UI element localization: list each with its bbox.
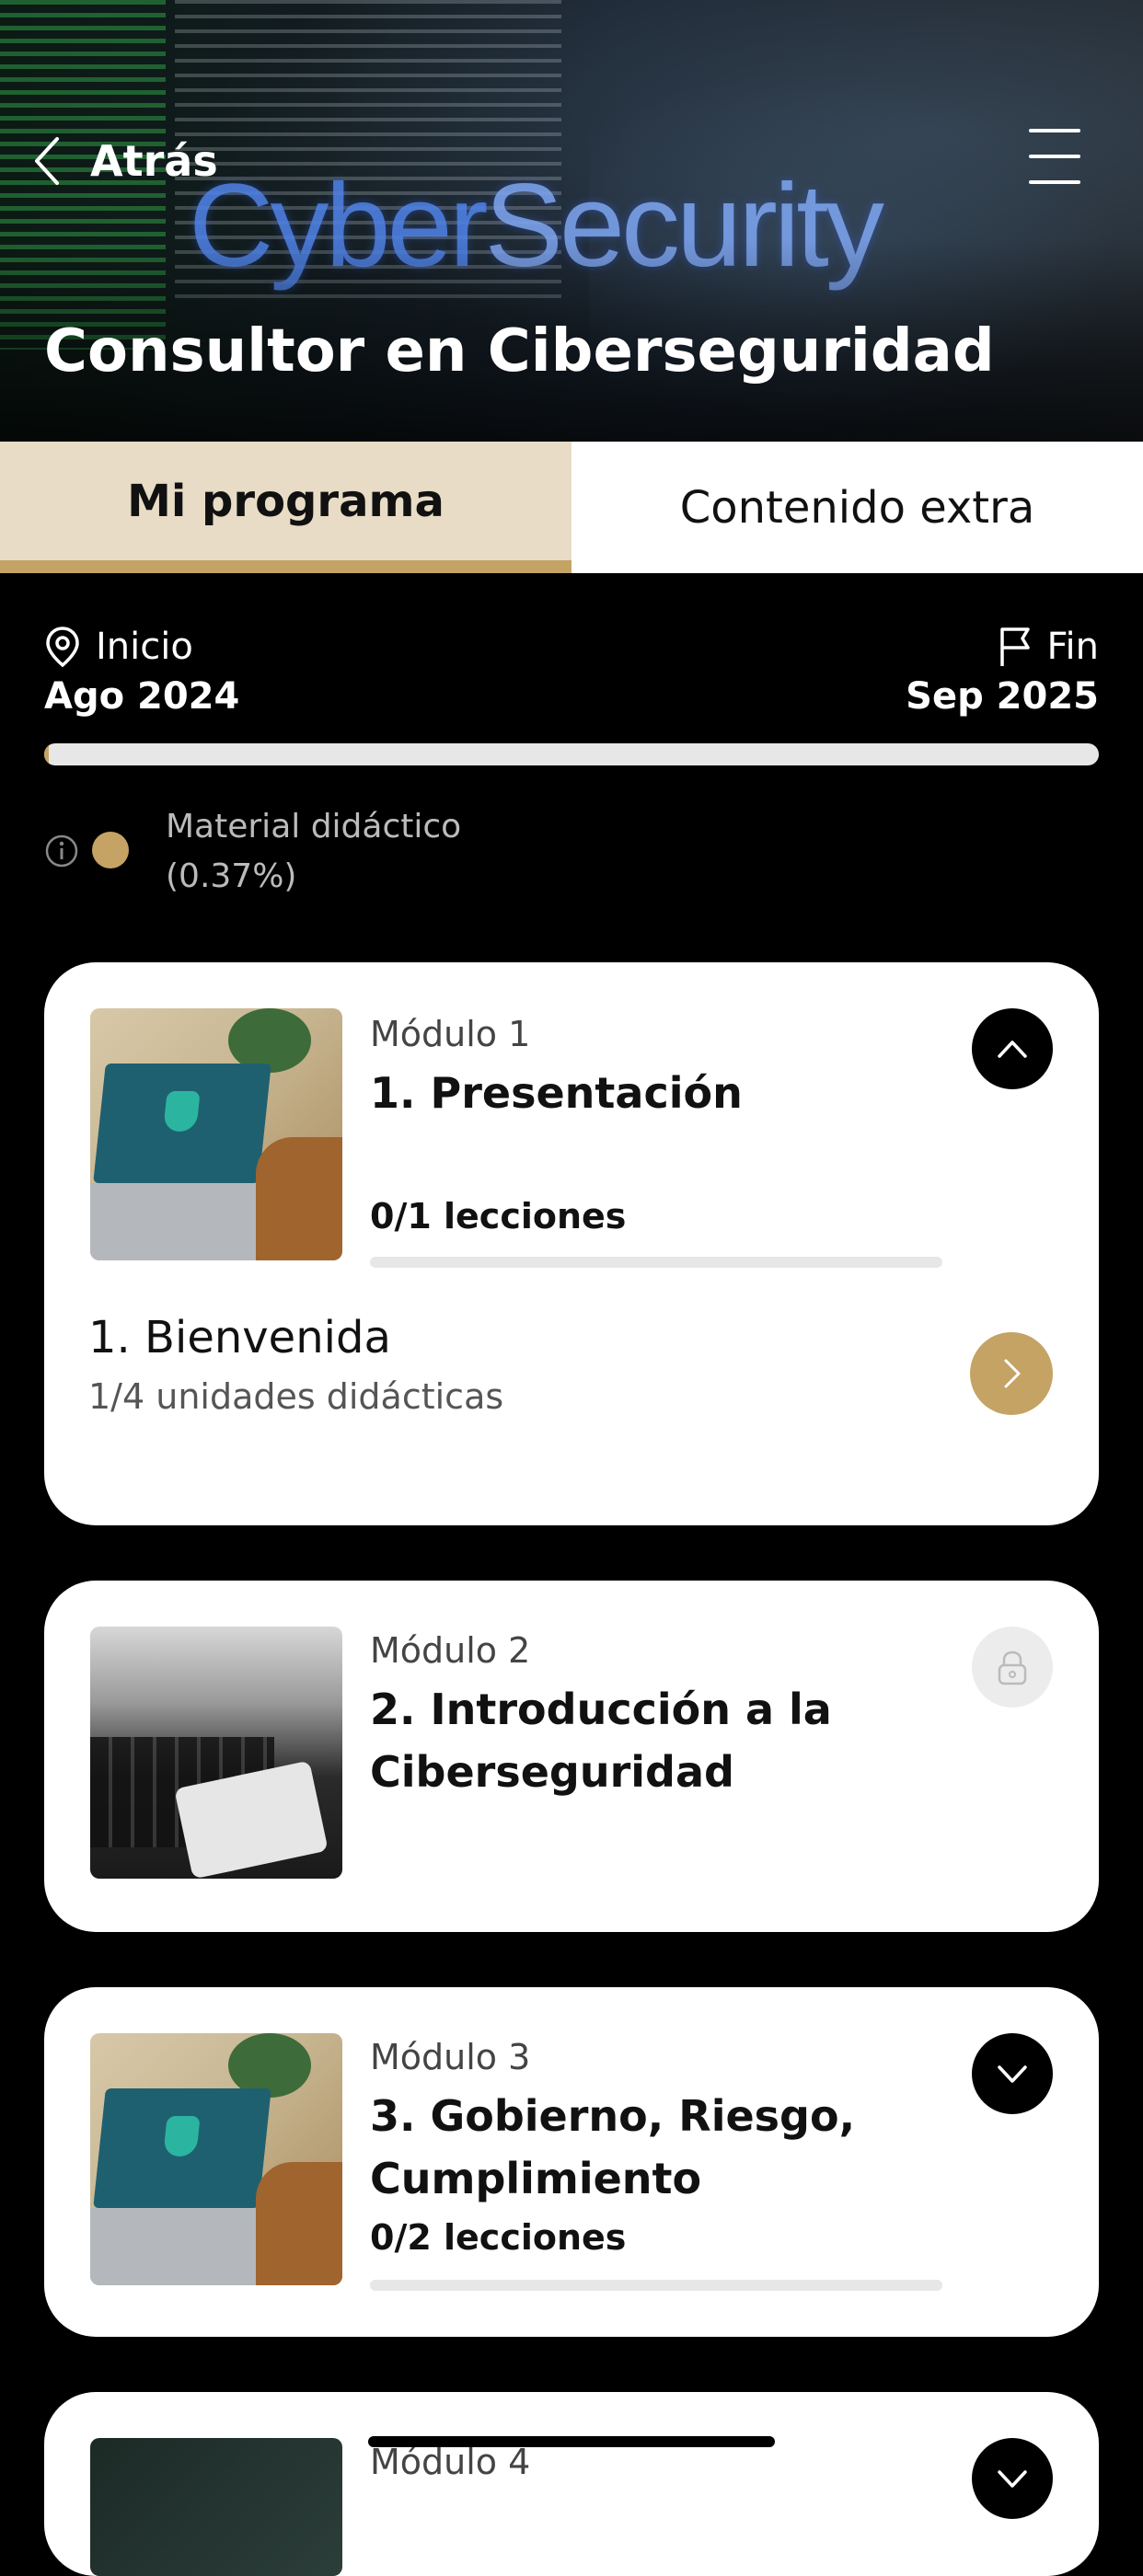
module-label: Módulo 2 bbox=[370, 1630, 531, 1671]
lock-icon bbox=[998, 1650, 1027, 1685]
menu-button[interactable] bbox=[1029, 129, 1080, 184]
end-label: Fin bbox=[1046, 626, 1099, 668]
info-icon[interactable] bbox=[44, 834, 79, 868]
end-date-value: Sep 2025 bbox=[906, 675, 1099, 718]
module-card-2[interactable]: Módulo 2 2. Introducción a la Cibersegur… bbox=[44, 1581, 1099, 1932]
module-card-3[interactable]: Módulo 3 3. Gobierno, Riesgo, Cumplimien… bbox=[44, 1987, 1099, 2337]
unit-title[interactable]: 1. Bienvenida bbox=[88, 1312, 391, 1363]
location-pin-icon bbox=[46, 627, 79, 668]
module-card-4[interactable]: Módulo 4 bbox=[44, 2392, 1099, 2576]
start-label: Inicio bbox=[96, 626, 193, 668]
page-title: Consultor en Ciberseguridad bbox=[44, 317, 995, 385]
material-value: (0.37%) bbox=[166, 857, 297, 895]
module-label: Módulo 1 bbox=[370, 1014, 531, 1054]
unit-subtitle: 1/4 unidades didácticas bbox=[88, 1376, 504, 1417]
start-date-value: Ago 2024 bbox=[44, 675, 240, 718]
expand-module-button[interactable] bbox=[972, 2438, 1053, 2519]
module-progress-bar bbox=[370, 2280, 942, 2291]
material-legend: Material didáctico (0.37%) bbox=[44, 802, 461, 902]
module-4-thumbnail bbox=[90, 2438, 342, 2576]
hero-banner: CyberSecurity Atrás Consultor en Ciberse… bbox=[0, 0, 1143, 442]
open-unit-button[interactable] bbox=[970, 1332, 1053, 1415]
tab-bar: Mi programa Contenido extra bbox=[0, 442, 1143, 573]
module-card-1[interactable]: Módulo 1 1. Presentación 0/1 lecciones 1… bbox=[44, 962, 1099, 1525]
back-label: Atrás bbox=[90, 136, 218, 186]
module-progress-bar bbox=[370, 1257, 942, 1268]
module-2-thumbnail bbox=[90, 1627, 342, 1879]
chevron-right-icon bbox=[1004, 1359, 1021, 1388]
module-1-thumbnail bbox=[90, 1008, 342, 1260]
module-lessons: 0/1 lecciones bbox=[370, 1196, 627, 1236]
start-date: Inicio Ago 2024 bbox=[44, 626, 239, 718]
module-lessons: 0/2 lecciones bbox=[370, 2217, 627, 2258]
end-date: Fin Sep 2025 bbox=[906, 626, 1099, 718]
material-label: Material didáctico bbox=[166, 808, 462, 845]
tab-mi-programa[interactable]: Mi programa bbox=[0, 442, 572, 573]
collapse-module-button[interactable] bbox=[972, 1008, 1053, 1089]
menu-icon bbox=[1029, 129, 1080, 132]
home-indicator bbox=[368, 2436, 775, 2447]
locked-indicator bbox=[972, 1627, 1053, 1708]
chevron-up-icon bbox=[998, 1041, 1027, 1058]
tab-contenido-extra[interactable]: Contenido extra bbox=[572, 442, 1143, 573]
module-title: 2. Introducción a la Ciberseguridad bbox=[370, 1685, 832, 1797]
flag-icon bbox=[1000, 627, 1031, 666]
program-progress-fill bbox=[44, 743, 49, 765]
module-label: Módulo 4 bbox=[370, 2442, 531, 2482]
legend-dot bbox=[92, 832, 129, 868]
module-3-thumbnail bbox=[90, 2033, 342, 2285]
module-title: 3. Gobierno, Riesgo, Cumplimiento bbox=[370, 2091, 856, 2203]
program-progress-bar bbox=[44, 743, 1099, 765]
expand-module-button[interactable] bbox=[972, 2033, 1053, 2114]
chevron-down-icon bbox=[998, 2470, 1027, 2488]
module-title: 1. Presentación bbox=[370, 1068, 743, 1118]
module-label: Módulo 3 bbox=[370, 2037, 531, 2077]
chevron-left-icon bbox=[35, 137, 59, 185]
back-button[interactable]: Atrás bbox=[31, 133, 218, 189]
chevron-down-icon bbox=[998, 2065, 1027, 2083]
